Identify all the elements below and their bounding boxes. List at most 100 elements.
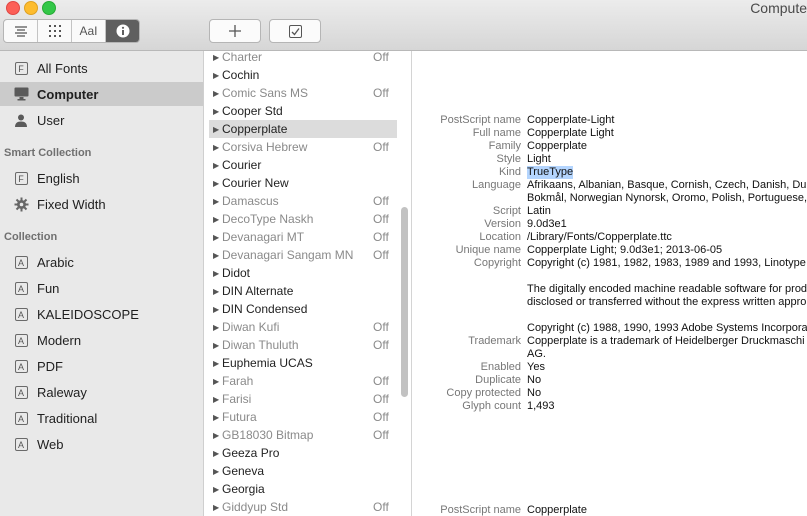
font-family-name: Futura — [222, 410, 257, 424]
font-family-row[interactable]: ▶ Corsiva Hebrew Off — [209, 138, 397, 156]
sidebar-item-english[interactable]: F English — [0, 166, 203, 190]
disclosure-triangle-icon[interactable]: ▶ — [213, 179, 222, 188]
view-mode-segmented-control[interactable]: AaI — [3, 19, 140, 43]
disclosure-triangle-icon[interactable]: ▶ — [213, 107, 222, 116]
font-family-row[interactable]: ▶ Didot — [209, 264, 397, 282]
font-family-row[interactable]: ▶ Futura Off — [209, 408, 397, 426]
disclosure-triangle-icon[interactable]: ▶ — [213, 251, 222, 260]
info-value: No — [527, 374, 542, 386]
sample-view-button[interactable] — [4, 20, 38, 42]
collection-icon: A — [13, 436, 29, 452]
collection-icon: A — [13, 306, 29, 322]
font-family-row[interactable]: ▶ Farisi Off — [209, 390, 397, 408]
add-font-button[interactable] — [209, 19, 261, 43]
custom-view-button[interactable]: AaI — [72, 20, 106, 42]
disclosure-triangle-icon[interactable]: ▶ — [213, 359, 222, 368]
font-family-row[interactable]: ▶ Damascus Off — [209, 192, 397, 210]
disclosure-triangle-icon[interactable]: ▶ — [213, 503, 222, 512]
disclosure-triangle-icon[interactable]: ▶ — [213, 395, 222, 404]
disclosure-triangle-icon[interactable]: ▶ — [213, 53, 222, 62]
font-family-row[interactable]: ▶ GB18030 Bitmap Off — [209, 426, 397, 444]
info-icon — [116, 24, 129, 38]
info-row: Trademark Copperplate is a trademark of H… — [412, 335, 807, 348]
close-window-button[interactable] — [6, 1, 20, 15]
font-box-icon: F — [13, 170, 29, 186]
font-family-row[interactable]: ▶ Devanagari Sangam MN Off — [209, 246, 397, 264]
font-info-view-button[interactable] — [106, 20, 139, 42]
validate-font-button[interactable] — [269, 19, 321, 43]
sidebar-item-kaleidoscope[interactable]: A KALEIDOSCOPE — [0, 302, 203, 326]
font-family-row[interactable]: ▶ Comic Sans MS Off — [209, 84, 397, 102]
font-family-row[interactable]: ▶ Geneva — [209, 462, 397, 480]
font-info-panel: PostScript name Copperplate-Light Full nam… — [412, 51, 807, 516]
disclosure-triangle-icon[interactable]: ▶ — [213, 161, 222, 170]
font-family-row[interactable]: ▶ DIN Condensed — [209, 300, 397, 318]
sidebar-item-computer[interactable]: Computer — [0, 82, 203, 106]
info-row: PostScript name Copperplate — [412, 504, 807, 516]
disclosure-triangle-icon[interactable]: ▶ — [213, 431, 222, 440]
disclosure-triangle-icon[interactable]: ▶ — [213, 287, 222, 296]
disclosure-triangle-icon[interactable]: ▶ — [213, 143, 222, 152]
font-family-row[interactable]: ▶ Geeza Pro — [209, 444, 397, 462]
font-family-name: Courier — [222, 158, 262, 172]
sidebar-item-raleway[interactable]: A Raleway — [0, 380, 203, 404]
font-family-row[interactable]: ▶ Giddyup Std Off — [209, 498, 397, 516]
font-list[interactable]: ▶ Charter Off ▶ Cochin ▶ Comic Sans MS Off ▶ Coop… — [204, 51, 398, 516]
disclosure-triangle-icon[interactable]: ▶ — [213, 197, 222, 206]
font-family-name: Cooper Std — [222, 104, 283, 118]
disclosure-triangle-icon[interactable]: ▶ — [213, 449, 222, 458]
font-family-name: DecoType Naskh — [222, 212, 314, 226]
sidebar-item-traditional[interactable]: A Traditional — [0, 406, 203, 430]
sidebar-item-label: All Fonts — [37, 60, 88, 76]
disclosure-triangle-icon[interactable]: ▶ — [213, 323, 222, 332]
disclosure-triangle-icon[interactable]: ▶ — [213, 71, 222, 80]
font-family-row[interactable]: ▶ Diwan Thuluth Off — [209, 336, 397, 354]
info-value: The digitally encoded machine readable s… — [527, 283, 807, 295]
disclosure-triangle-icon[interactable]: ▶ — [213, 269, 222, 278]
font-box-icon: F — [13, 60, 29, 76]
sidebar-item-arabic[interactable]: A Arabic — [0, 250, 203, 274]
disclosure-triangle-icon[interactable]: ▶ — [213, 413, 222, 422]
font-family-row[interactable]: ▶ DIN Alternate — [209, 282, 397, 300]
disclosure-triangle-icon[interactable]: ▶ — [213, 305, 222, 314]
disclosure-triangle-icon[interactable]: ▶ — [213, 341, 222, 350]
info-row: Copyright (c) 1988, 1990, 1993 Adobe Sys… — [412, 322, 807, 335]
collection-icon: A — [13, 254, 29, 270]
font-family-row[interactable]: ▶ DecoType Naskh Off — [209, 210, 397, 228]
font-family-row[interactable]: ▶ Courier — [209, 156, 397, 174]
font-family-row[interactable]: ▶ Cooper Std — [209, 102, 397, 120]
font-list-scrollbar[interactable] — [401, 207, 408, 397]
info-value: Copyright (c) 1988, 1990, 1993 Adobe Sys… — [527, 322, 807, 334]
font-family-row[interactable]: ▶ Charter Off — [209, 51, 397, 66]
info-key: PostScript name — [440, 504, 521, 516]
font-family-row[interactable]: ▶ Cochin — [209, 66, 397, 84]
disclosure-triangle-icon[interactable]: ▶ — [213, 89, 222, 98]
font-family-row[interactable]: ▶ Courier New — [209, 174, 397, 192]
sidebar-item-label: English — [37, 170, 80, 186]
font-family-row[interactable]: ▶ Georgia — [209, 480, 397, 498]
font-status: Off — [373, 86, 389, 100]
disclosure-triangle-icon[interactable]: ▶ — [213, 467, 222, 476]
repertoire-view-button[interactable] — [38, 20, 72, 42]
disclosure-triangle-icon[interactable]: ▶ — [213, 485, 222, 494]
disclosure-triangle-icon[interactable]: ▶ — [213, 215, 222, 224]
font-family-row[interactable]: ▶ Copperplate — [209, 120, 397, 138]
disclosure-triangle-icon[interactable]: ▶ — [213, 233, 222, 242]
sidebar-item-user[interactable]: User — [0, 108, 203, 132]
sidebar-item-all-fonts[interactable]: F All Fonts — [0, 56, 203, 80]
disclosure-triangle-icon[interactable]: ▶ — [213, 377, 222, 386]
font-family-row[interactable]: ▶ Euphemia UCAS — [209, 354, 397, 372]
sidebar-item-fixed-width[interactable]: Fixed Width — [0, 192, 203, 216]
sidebar-item-web[interactable]: A Web — [0, 432, 203, 456]
minimize-window-button[interactable] — [24, 1, 38, 15]
info-value: Afrikaans, Albanian, Basque, Cornish, Cz… — [527, 179, 807, 191]
sidebar-item-modern[interactable]: A Modern — [0, 328, 203, 352]
font-family-row[interactable]: ▶ Farah Off — [209, 372, 397, 390]
disclosure-triangle-icon[interactable]: ▶ — [213, 125, 222, 134]
font-family-row[interactable]: ▶ Diwan Kufi Off — [209, 318, 397, 336]
info-key: Copyright — [473, 257, 521, 269]
sidebar-item-fun[interactable]: A Fun — [0, 276, 203, 300]
zoom-window-button[interactable] — [42, 1, 56, 15]
font-family-row[interactable]: ▶ Devanagari MT Off — [209, 228, 397, 246]
sidebar-item-pdf[interactable]: A PDF — [0, 354, 203, 378]
